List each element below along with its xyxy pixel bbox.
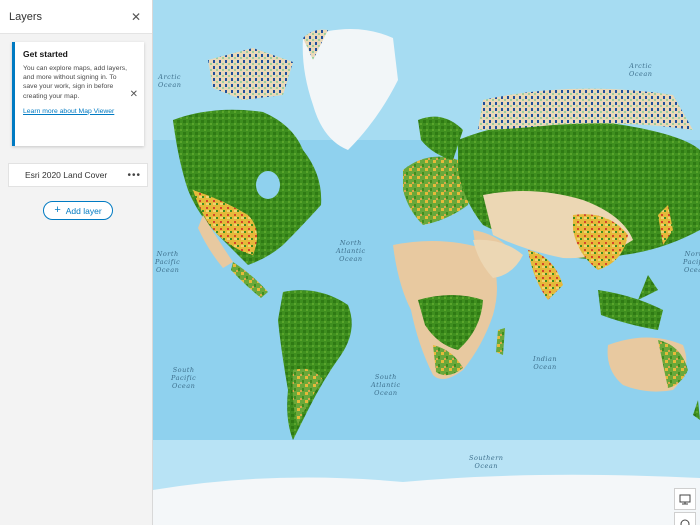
indian-ocean-label: Indian Ocean (533, 355, 558, 371)
north-atlantic-ocean-label: North Atlantic Ocean (336, 239, 366, 263)
close-icon[interactable]: ✕ (129, 10, 143, 24)
north-pacific-ocean-label: North Pacific Ocean (155, 250, 181, 274)
add-layer-button[interactable]: + Add layer (43, 201, 113, 220)
sketch-icon[interactable] (674, 512, 696, 525)
map-view[interactable]: Arctic Ocean Arctic Ocean North Pacific … (153, 0, 700, 525)
panel-title: Layers (9, 10, 43, 23)
arctic-ocean-label: Arctic Ocean (158, 73, 182, 89)
layers-panel: Layers ✕ Get started You can explore map… (0, 0, 153, 525)
southern-ocean-label: Southern Ocean (469, 454, 504, 470)
get-started-title: Get started (23, 49, 68, 59)
world-map (153, 0, 700, 525)
get-started-body: You can explore maps, add layers, and mo… (23, 65, 128, 100)
monitor-icon[interactable] (674, 488, 696, 510)
more-options-icon[interactable]: ••• (127, 170, 141, 181)
layer-name: Esri 2020 Land Cover (25, 170, 108, 180)
layer-item-land-cover[interactable]: Esri 2020 Land Cover ••• (8, 163, 148, 187)
north-pacific-ocean-label: North Pacific Ocean (683, 250, 700, 274)
close-icon[interactable]: ✕ (130, 89, 138, 100)
plus-icon: + (54, 204, 61, 216)
get-started-card: Get started You can explore maps, add la… (12, 42, 144, 146)
add-layer-label: Add layer (65, 205, 102, 216)
arctic-ocean-label: Arctic Ocean (629, 62, 653, 78)
panel-header: Layers ✕ (0, 0, 152, 34)
south-pacific-ocean-label: South Pacific Ocean (171, 366, 197, 390)
learn-more-link[interactable]: Learn more about Map Viewer (23, 107, 123, 116)
south-atlantic-ocean-label: South Atlantic Ocean (371, 373, 401, 397)
